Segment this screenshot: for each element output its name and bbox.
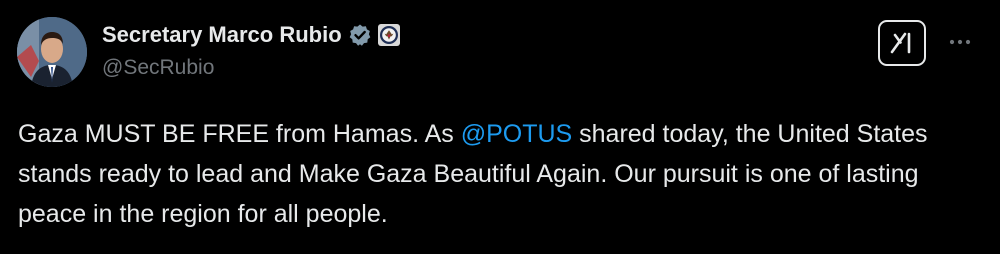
more-options-icon xyxy=(949,39,971,45)
tweet-text: Gaza MUST BE FREE from Hamas. As @POTUS … xyxy=(18,114,978,234)
author-name-row: Secretary Marco Rubio xyxy=(102,20,802,50)
avatar[interactable] xyxy=(17,17,87,87)
more-options-button[interactable] xyxy=(944,30,976,54)
display-name[interactable]: Secretary Marco Rubio xyxy=(102,22,342,48)
grok-icon xyxy=(890,32,911,54)
handle[interactable]: @SecRubio xyxy=(102,56,802,80)
verified-badge-icon[interactable] xyxy=(348,23,372,47)
grok-button[interactable] xyxy=(878,20,926,66)
tweet-card: Secretary Marco Rubio @SecRubio Gaza MUS… xyxy=(0,0,1000,254)
avatar-image xyxy=(17,17,87,87)
tweet-text-part1: Gaza MUST BE FREE from Hamas. As xyxy=(18,120,461,148)
author-info: Secretary Marco Rubio @SecRubio xyxy=(102,20,802,80)
state-department-seal-icon[interactable] xyxy=(377,24,400,46)
mention-link[interactable]: @POTUS xyxy=(461,120,573,148)
